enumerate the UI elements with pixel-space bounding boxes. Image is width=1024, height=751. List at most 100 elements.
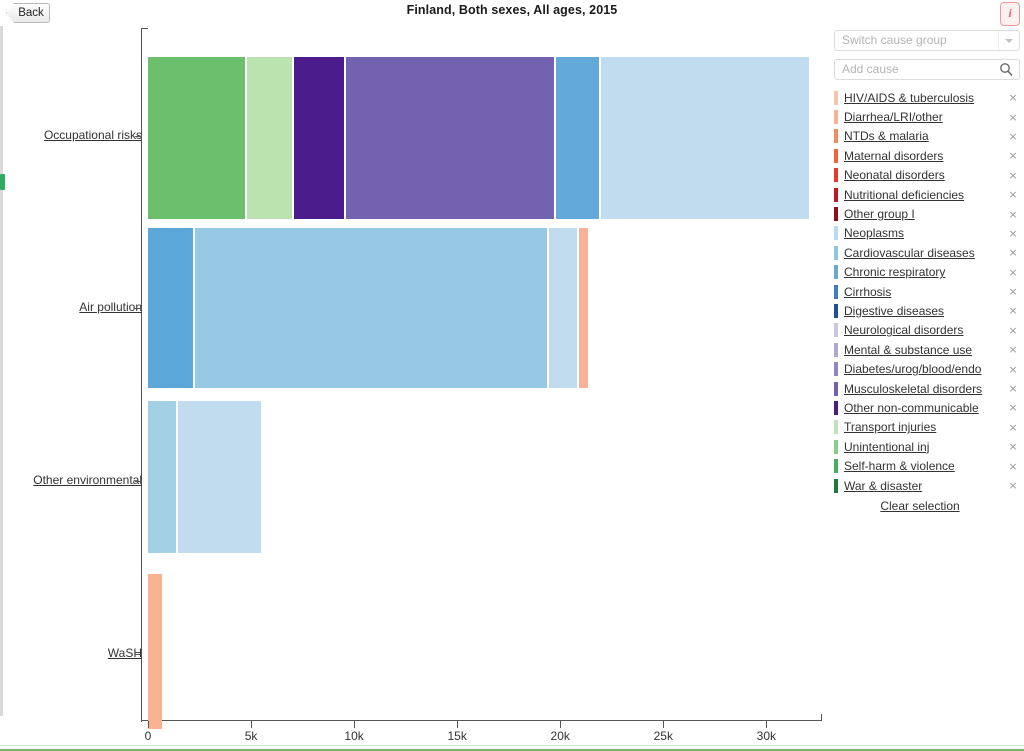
bar-segment[interactable] xyxy=(148,574,162,729)
legend-item[interactable]: Musculoskeletal disorders × xyxy=(834,379,1020,398)
legend-item[interactable]: Neonatal disorders × xyxy=(834,166,1020,185)
x-axis-tick-mark xyxy=(354,721,356,728)
legend-item[interactable]: Other group I × xyxy=(834,204,1020,223)
legend-color-swatch xyxy=(834,362,838,377)
legend-item[interactable]: HIV/AIDS & tuberculosis × xyxy=(834,88,1020,107)
legend-color-swatch xyxy=(834,110,838,125)
legend-color-swatch xyxy=(834,245,838,260)
bar-segment[interactable] xyxy=(549,228,577,388)
legend-item-label[interactable]: Unintentional inj xyxy=(844,440,1006,454)
legend-item[interactable]: NTDs & malaria × xyxy=(834,127,1020,146)
legend-item-label[interactable]: Cirrhosis xyxy=(844,285,1006,299)
remove-cause-icon[interactable]: × xyxy=(1006,324,1020,337)
remove-cause-icon[interactable]: × xyxy=(1006,188,1020,201)
clear-selection-link[interactable]: Clear selection xyxy=(834,499,1020,513)
legend-item[interactable]: Maternal disorders × xyxy=(834,146,1020,165)
bar-segment[interactable] xyxy=(346,57,555,219)
bar-segment[interactable] xyxy=(194,228,548,388)
remove-cause-icon[interactable]: × xyxy=(1006,479,1020,492)
legend-item[interactable]: Diarrhea/LRI/other × xyxy=(834,107,1020,126)
remove-cause-icon[interactable]: × xyxy=(1006,382,1020,395)
legend-item-label[interactable]: Transport injuries xyxy=(844,420,1006,434)
bar-segment[interactable] xyxy=(148,401,176,553)
legend-item[interactable]: Self-harm & violence × xyxy=(834,456,1020,475)
legend-item-label[interactable]: War & disaster xyxy=(844,479,1006,493)
legend-item-label[interactable]: Cardiovascular diseases xyxy=(844,246,1006,260)
legend-item[interactable]: Diabetes/urog/blood/endo × xyxy=(834,359,1020,378)
remove-cause-icon[interactable]: × xyxy=(1006,227,1020,240)
remove-cause-icon[interactable]: × xyxy=(1006,91,1020,104)
remove-cause-icon[interactable]: × xyxy=(1006,130,1020,143)
legend-item-label[interactable]: Chronic respiratory xyxy=(844,265,1006,279)
x-axis-tick-label: 20k xyxy=(550,729,570,743)
bar-segment[interactable] xyxy=(177,401,261,553)
info-icon[interactable]: i xyxy=(1000,2,1020,26)
search-icon[interactable] xyxy=(999,62,1013,77)
legend-item[interactable]: Neoplasms × xyxy=(834,224,1020,243)
remove-cause-icon[interactable]: × xyxy=(1006,208,1020,221)
add-cause-input[interactable]: Add cause xyxy=(834,59,1020,80)
bar-segment[interactable] xyxy=(148,57,246,219)
legend-item-label[interactable]: Neoplasms xyxy=(844,226,1006,240)
remove-cause-icon[interactable]: × xyxy=(1006,460,1020,473)
legend-item[interactable]: Chronic respiratory × xyxy=(834,263,1020,282)
chevron-down-icon[interactable] xyxy=(998,31,1019,50)
remove-cause-icon[interactable]: × xyxy=(1006,285,1020,298)
bar-segment[interactable] xyxy=(578,228,588,388)
legend-item-label[interactable]: Other group I xyxy=(844,207,1006,221)
legend-item[interactable]: Digestive diseases × xyxy=(834,301,1020,320)
y-axis-tick-4: WaSH xyxy=(0,646,142,660)
y-axis-label[interactable]: Occupational risks xyxy=(7,128,142,142)
legend-item-label[interactable]: Nutritional deficiencies xyxy=(844,188,1006,202)
legend-list: HIV/AIDS & tuberculosis × Diarrhea/LRI/oth… xyxy=(834,88,1020,495)
remove-cause-icon[interactable]: × xyxy=(1006,401,1020,414)
bar-segment[interactable] xyxy=(293,57,345,219)
legend-item-label[interactable]: Neonatal disorders xyxy=(844,168,1006,182)
remove-cause-icon[interactable]: × xyxy=(1006,343,1020,356)
legend-item[interactable]: Neurological disorders × xyxy=(834,321,1020,340)
legend-item[interactable]: Mental & substance use × xyxy=(834,340,1020,359)
x-axis-tick-mark xyxy=(560,721,562,728)
legend-item[interactable]: War & disaster × xyxy=(834,476,1020,495)
bar-segment[interactable] xyxy=(148,228,193,388)
bar-4 xyxy=(148,574,164,729)
legend-item-label[interactable]: Diarrhea/LRI/other xyxy=(844,110,1006,124)
y-axis-label[interactable]: WaSH xyxy=(7,646,142,660)
remove-cause-icon[interactable]: × xyxy=(1006,266,1020,279)
x-axis-tick-mark xyxy=(457,721,459,728)
legend-item-label[interactable]: NTDs & malaria xyxy=(844,129,1006,143)
bar-segment[interactable] xyxy=(600,57,809,219)
legend-item-label[interactable]: Self-harm & violence xyxy=(844,459,1006,473)
legend-item-label[interactable]: Other non-communicable xyxy=(844,401,1006,415)
legend-item[interactable]: Transport injuries × xyxy=(834,418,1020,437)
switch-cause-group-dropdown[interactable]: Switch cause group xyxy=(834,30,1020,51)
legend-item[interactable]: Cardiovascular diseases × xyxy=(834,243,1020,262)
legend-item-label[interactable]: Musculoskeletal disorders xyxy=(844,382,1006,396)
x-axis-right-cap xyxy=(821,714,822,721)
remove-cause-icon[interactable]: × xyxy=(1006,440,1020,453)
legend-item[interactable]: Cirrhosis × xyxy=(834,282,1020,301)
remove-cause-icon[interactable]: × xyxy=(1006,304,1020,317)
legend-item[interactable]: Nutritional deficiencies × xyxy=(834,185,1020,204)
legend-item[interactable]: Unintentional inj × xyxy=(834,437,1020,456)
remove-cause-icon[interactable]: × xyxy=(1006,246,1020,259)
remove-cause-icon[interactable]: × xyxy=(1006,421,1020,434)
y-axis-label[interactable]: Air pollution xyxy=(7,300,142,314)
x-axis-tick-label: 25k xyxy=(653,729,673,743)
legend-item-label[interactable]: Mental & substance use xyxy=(844,343,1006,357)
legend-item-label[interactable]: Diabetes/urog/blood/endo xyxy=(844,362,1006,376)
bar-3 xyxy=(148,401,264,553)
legend-item-label[interactable]: Digestive diseases xyxy=(844,304,1006,318)
bar-segment[interactable] xyxy=(556,57,599,219)
legend-item-label[interactable]: Maternal disorders xyxy=(844,149,1006,163)
legend-item-label[interactable]: HIV/AIDS & tuberculosis xyxy=(844,91,1006,105)
remove-cause-icon[interactable]: × xyxy=(1006,149,1020,162)
y-axis-top-cap xyxy=(141,28,148,29)
legend-item-label[interactable]: Neurological disorders xyxy=(844,323,1006,337)
y-axis-label[interactable]: Other environmental xyxy=(7,473,142,487)
remove-cause-icon[interactable]: × xyxy=(1006,363,1020,376)
remove-cause-icon[interactable]: × xyxy=(1006,111,1020,124)
bar-segment[interactable] xyxy=(247,57,292,219)
legend-item[interactable]: Other non-communicable × xyxy=(834,398,1020,417)
remove-cause-icon[interactable]: × xyxy=(1006,169,1020,182)
